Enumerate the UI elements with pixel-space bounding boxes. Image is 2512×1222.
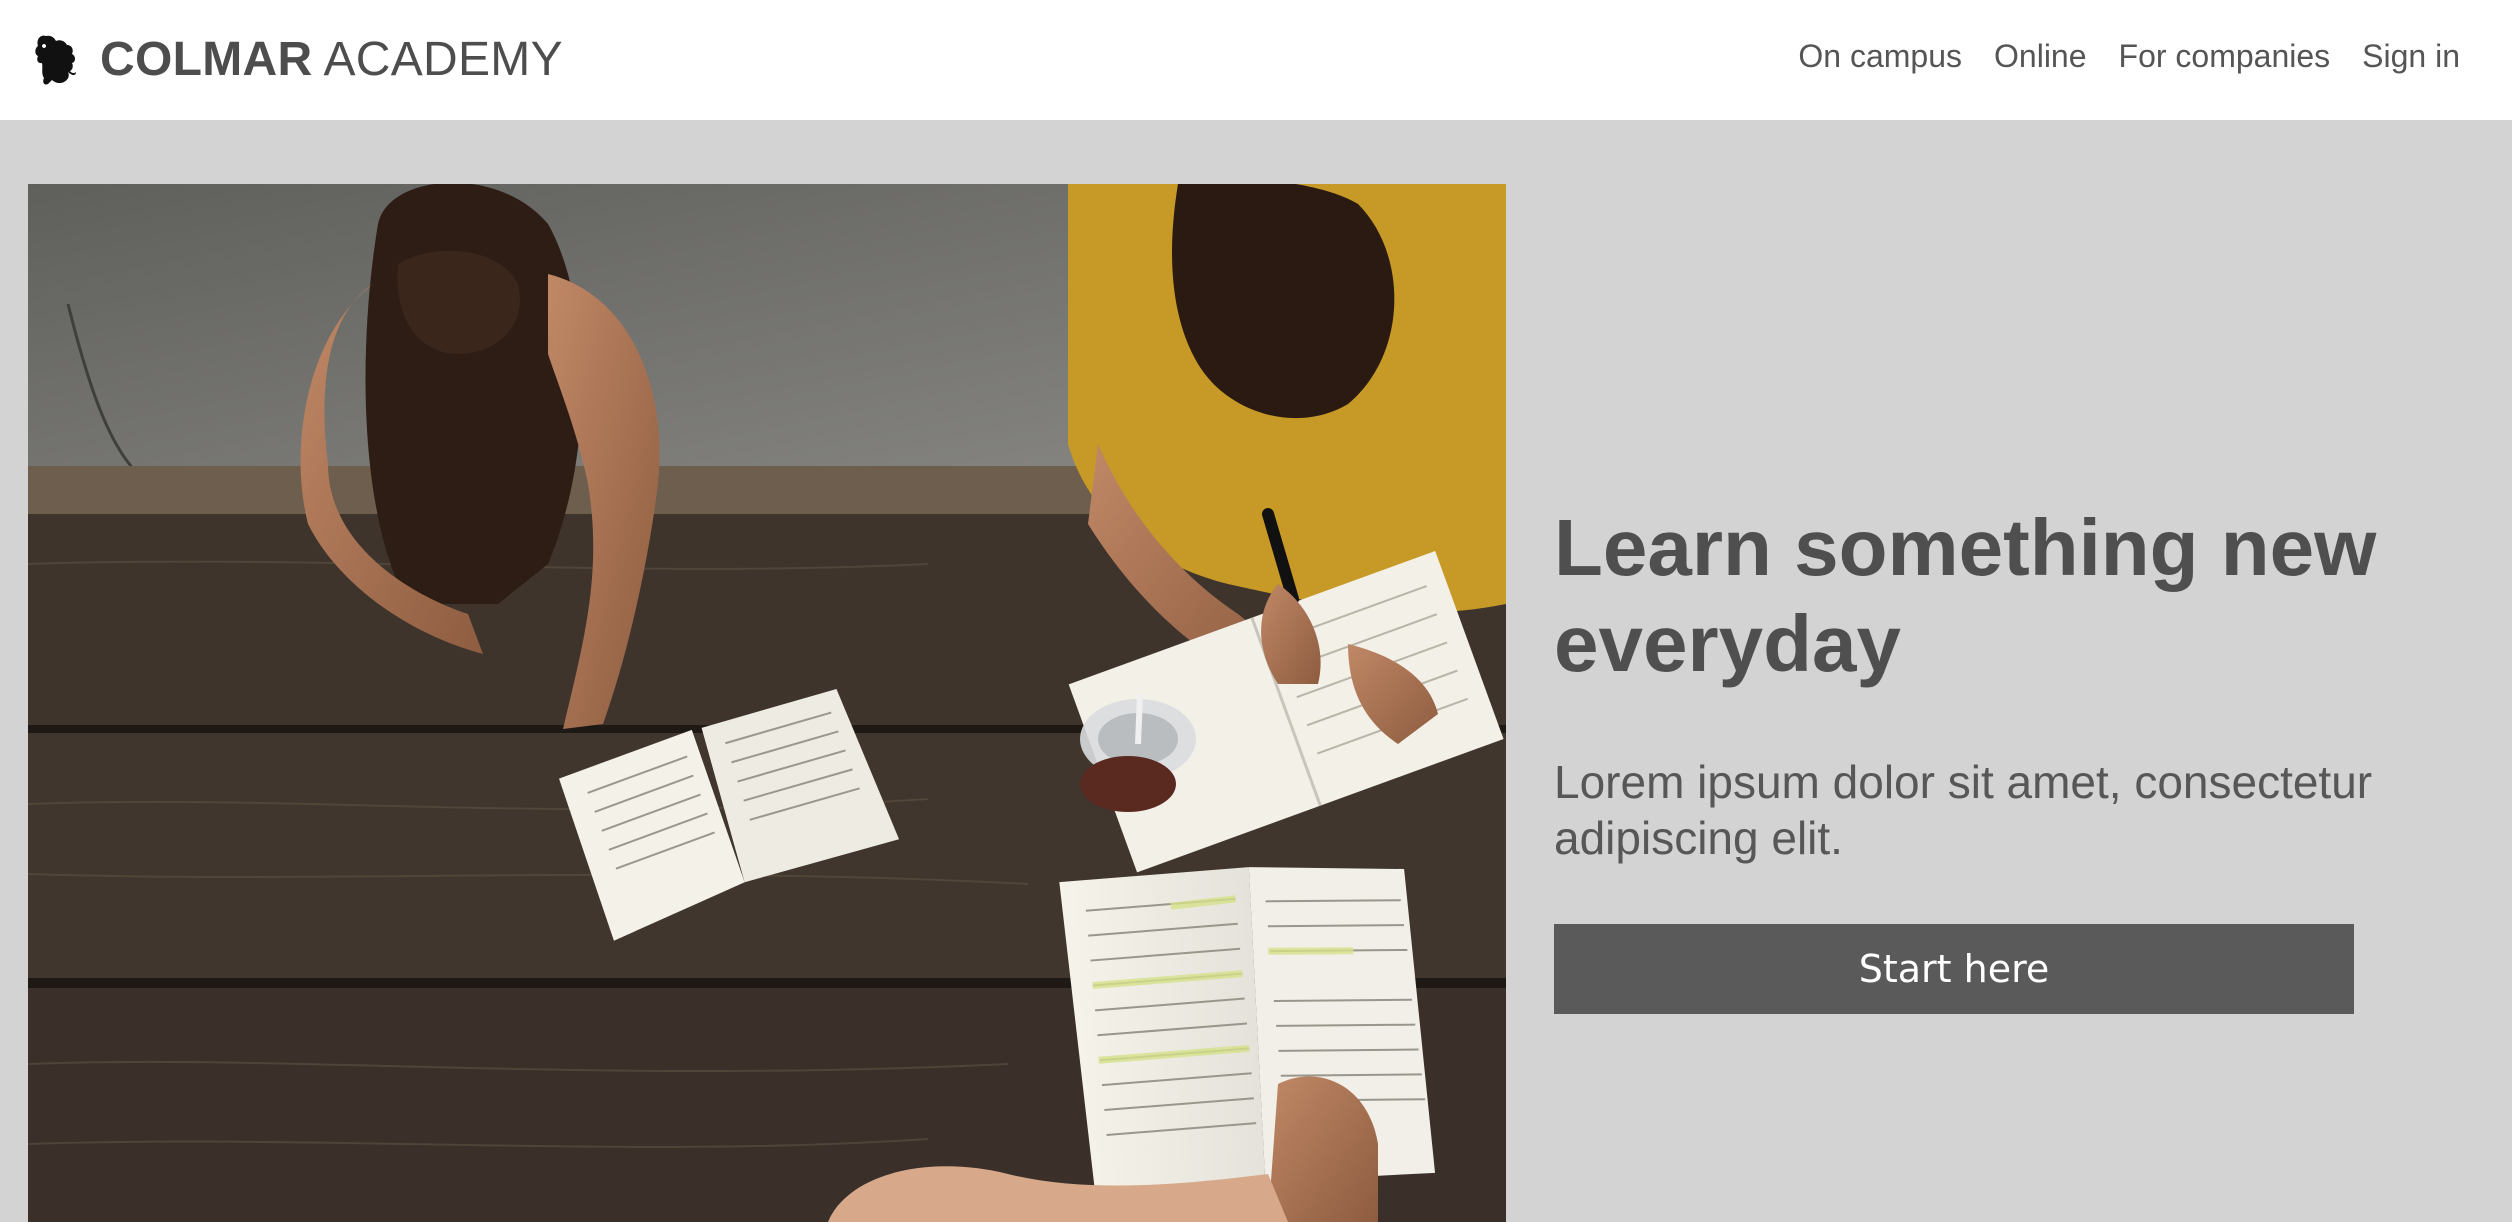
nav-online-link[interactable]: Online: [1994, 38, 2087, 75]
start-here-button[interactable]: Start here: [1554, 924, 2354, 1014]
brand-name-light: ACADEMY: [323, 33, 563, 86]
hero-copy: Learn something new everyday Lorem ipsum…: [1554, 500, 2414, 1014]
nav-on-campus-link[interactable]: On campus: [1798, 38, 1962, 75]
brand[interactable]: COLMAR ACADEMY: [32, 32, 563, 88]
main-nav: On campus Online For companies Sign in: [1798, 0, 2460, 112]
hero-subheading: Lorem ipsum dolor sit amet, consectetur …: [1554, 756, 2373, 864]
nav-sign-in-link[interactable]: Sign in: [2362, 38, 2460, 75]
rampant-lion-icon: [35, 35, 76, 85]
students-studying-photo: [28, 184, 1506, 1222]
hero-headline: Learn something new everyday: [1554, 503, 2377, 688]
brand-name-bold: COLMAR: [100, 33, 313, 86]
brand-name: COLMAR ACADEMY: [100, 36, 563, 84]
hero-image: [28, 184, 1506, 1222]
site-header: COLMAR ACADEMY On campus Online For comp…: [0, 0, 2512, 120]
nav-for-companies-link[interactable]: For companies: [2119, 38, 2331, 75]
